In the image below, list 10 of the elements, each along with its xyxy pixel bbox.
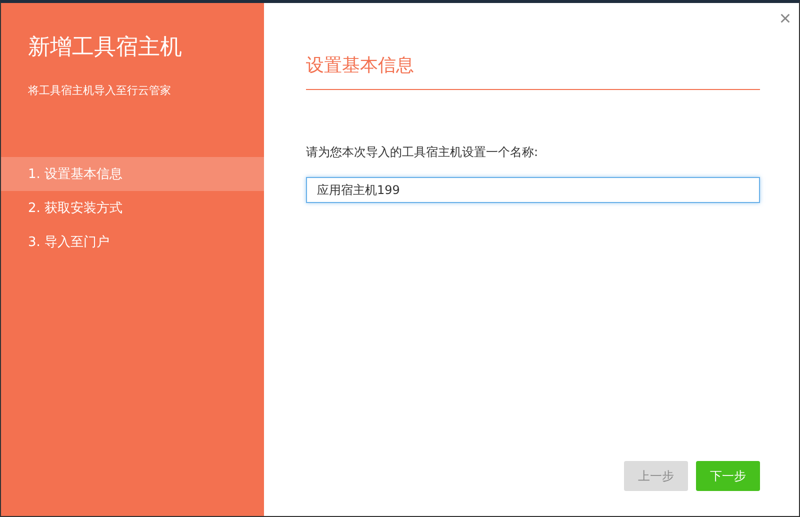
name-input-field[interactable]: 应用宿主机199 <box>306 177 760 203</box>
wizard-title: 新增工具宿主机 <box>28 34 183 62</box>
step-item[interactable]: 1. 设置基本信息 <box>1 157 264 191</box>
step-item[interactable]: 3. 导入至门户 <box>1 225 264 259</box>
section-title: 设置基本信息 <box>306 53 760 90</box>
step-item[interactable]: 2. 获取安装方式 <box>1 191 264 225</box>
close-button[interactable]: × <box>779 9 791 29</box>
wizard-subtitle: 将工具宿主机导入至行云管家 <box>28 83 172 99</box>
field-label: 请为您本次导入的工具宿主机设置一个名称: <box>306 144 540 161</box>
next-button[interactable]: 下一步 <box>696 461 760 491</box>
